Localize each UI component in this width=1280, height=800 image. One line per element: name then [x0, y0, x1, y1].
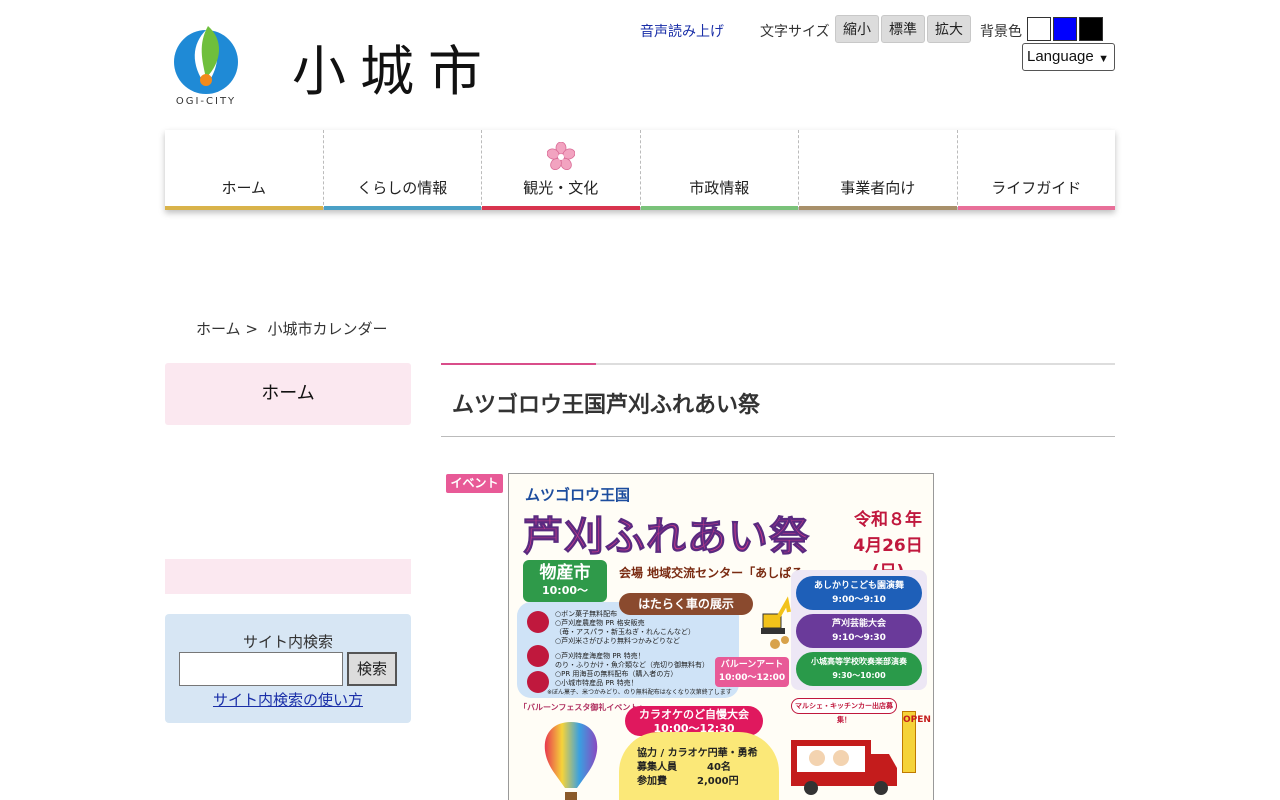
text-to-speech-link[interactable]: 音声読み上げ — [640, 21, 724, 41]
flyer-title: 芦刈ふれあい祭 — [523, 514, 810, 561]
font-size-large-button[interactable]: 拡大 — [927, 15, 971, 43]
stage-event-time: 9:30～10:00 — [832, 671, 886, 680]
font-size-label: 文字サイズ — [760, 24, 830, 40]
flyer-bussan-label: 物産市 — [539, 563, 591, 583]
flyer-bussan-badge: 物産市 10:00～ — [523, 560, 607, 602]
nav-underline — [957, 206, 1115, 210]
flyer-info-line: ○芦刈特産海産物 PR 特売！ — [555, 652, 645, 660]
site-title[interactable]: 小城市 — [292, 38, 496, 106]
karaoke-line: 募集人員 40名 — [637, 762, 731, 773]
nav-tourism[interactable]: 観光・文化 — [482, 130, 641, 210]
event-flyer-image: ムツゴロウ王国 芦刈ふれあい祭 令和８年 4月26日(日) 物産市 10:00～… — [508, 473, 934, 800]
breadcrumb-current: 小城市カレンダー — [267, 320, 388, 338]
nav-living[interactable]: くらしの情報 — [323, 130, 482, 210]
breadcrumb: ホーム > 小城市カレンダー — [196, 318, 387, 339]
nav-label: くらしの情報 — [357, 179, 448, 197]
open-sign: OPEN — [902, 711, 931, 773]
search-title: サイト内検索 — [242, 633, 333, 651]
bg-blue-swatch[interactable] — [1053, 17, 1077, 41]
flyer-info-line: ○小城市特産品 PR 特売！ — [555, 679, 638, 687]
nav-home[interactable]: ホーム — [165, 130, 324, 210]
search-input[interactable] — [179, 652, 343, 686]
nav-underline — [165, 206, 323, 210]
sakura-icon — [546, 142, 575, 170]
breadcrumb-home-link[interactable]: ホーム — [196, 320, 241, 338]
language-select[interactable]: Language ▼ — [1022, 43, 1115, 71]
karaoke-label: カラオケのど自慢大会 — [639, 708, 749, 721]
stage-event-name: 芦刈芸能大会 — [831, 619, 886, 629]
stage-event: 小城高等学校吹奏楽部演奏 9:30～10:00 — [796, 652, 922, 686]
nav-label: ライフガイド — [991, 179, 1082, 197]
stage-event: 芦刈芸能大会 9:10～9:30 — [796, 614, 922, 648]
nav-underline — [482, 206, 640, 210]
nav-label: 事業者向け — [840, 179, 916, 197]
search-button[interactable]: 検索 — [347, 652, 397, 686]
balloon-art-badge: バルーンアート 10:00～12:00 — [715, 657, 789, 687]
balloon-art-label: バルーンアート — [720, 660, 784, 670]
bg-black-swatch[interactable] — [1079, 17, 1103, 41]
font-size-standard-button[interactable]: 標準 — [881, 15, 925, 43]
stage-event-name: あしかりこども園演舞 — [813, 581, 904, 591]
flyer-date-era: 令和８年 — [854, 510, 922, 530]
flyer-info-note: ※ぼん菓子、米つかみどり、のり無料配布はなくなり次第終了します — [547, 689, 732, 696]
karaoke-details: 協力 / カラオケ円華・勇希 募集人員 40名 参加費 2,000円 — [619, 732, 779, 800]
site-search-box: サイト内検索 検索 サイト内検索の使い方 — [165, 614, 411, 723]
nav-label: ホーム — [221, 179, 267, 197]
badge-icons — [527, 611, 549, 693]
nav-lifeguide[interactable]: ライフガイド — [957, 130, 1115, 210]
logo-text: OGI-CITY — [175, 96, 237, 107]
flyer-info-line: （苺・アスパラ・新玉ねぎ・れんこんなど） — [555, 628, 695, 636]
sidebar-menu-bar — [165, 559, 411, 594]
flyer-venue: 会場 地域交流センター「あしぱる」 — [619, 566, 816, 580]
title-bottom-border — [441, 436, 1115, 437]
breadcrumb-separator: > — [245, 320, 258, 338]
flyer-stage-panel: あしかりこども園演舞 9:00～9:10 芦刈芸能大会 9:10～9:30 小城… — [791, 570, 927, 690]
font-size-small-button[interactable]: 縮小 — [835, 15, 879, 43]
nav-underline — [640, 206, 798, 210]
bg-color-label: 背景色 — [980, 24, 1022, 40]
nav-underline — [323, 206, 481, 210]
karaoke-line: 参加費 2,000円 — [637, 776, 739, 787]
stage-event-time: 9:10～9:30 — [832, 633, 886, 643]
flyer-info-line: ○芦刈産農産物 PR 格安販売 — [555, 619, 645, 627]
balloon-art-time: 10:00～12:00 — [718, 673, 786, 683]
language-select-value: Language — [1027, 48, 1094, 65]
search-help-link[interactable]: サイト内検索の使い方 — [165, 689, 411, 710]
bg-white-swatch[interactable] — [1027, 17, 1051, 41]
page-title: ムツゴロウ王国芦刈ふれあい祭 — [452, 393, 761, 418]
excavator-icon — [761, 596, 791, 649]
event-category-badge: イベント — [446, 474, 503, 493]
flyer-info-panel: ○ボン菓子無料配布 ○芦刈産農産物 PR 格安販売 （苺・アスパラ・新玉ねぎ・れ… — [517, 602, 739, 698]
stage-event-name: 小城高等学校吹奏楽部演奏 — [811, 657, 907, 666]
karaoke-line: 協力 / カラオケ円華・勇希 — [637, 748, 758, 759]
hot-air-balloon-icon — [544, 722, 598, 800]
flyer-info-line: ○PR 用海苔の無料配布（購入者の方） — [555, 670, 678, 678]
flyer-info-line: ○芦刈米さがびより無料つかみどりなど — [555, 637, 680, 645]
nav-label: 市政情報 — [689, 179, 750, 197]
stage-event: あしかりこども園演舞 9:00～9:10 — [796, 576, 922, 610]
sidebar-home-link[interactable]: ホーム — [165, 363, 411, 425]
flyer-subtitle: ムツゴロウ王国 — [525, 486, 631, 504]
global-nav: ホーム くらしの情報 観光・文化 市政情報 事業者向け ライフガイド — [165, 130, 1115, 210]
nav-label: 観光・文化 — [523, 179, 599, 197]
nav-municipal[interactable]: 市政情報 — [640, 130, 799, 210]
title-top-accent — [441, 363, 596, 365]
flyer-hataraku-label: はたらく車の展示 — [619, 593, 753, 615]
stage-event-time: 9:00～9:10 — [832, 595, 886, 605]
nav-underline — [799, 206, 957, 210]
chevron-down-icon: ▼ — [1098, 53, 1109, 65]
flyer-info-line: のり・ふりかけ・魚介類など（売切り御無料有） — [555, 661, 709, 669]
utility-bar: 音声読み上げ 文字サイズ 縮小 標準 拡大 背景色 — [0, 14, 1280, 44]
nav-business[interactable]: 事業者向け — [799, 130, 958, 210]
flyer-info-line: ○ボン菓子無料配布 — [555, 610, 618, 618]
flyer-bussan-time: 10:00～ — [541, 584, 588, 597]
